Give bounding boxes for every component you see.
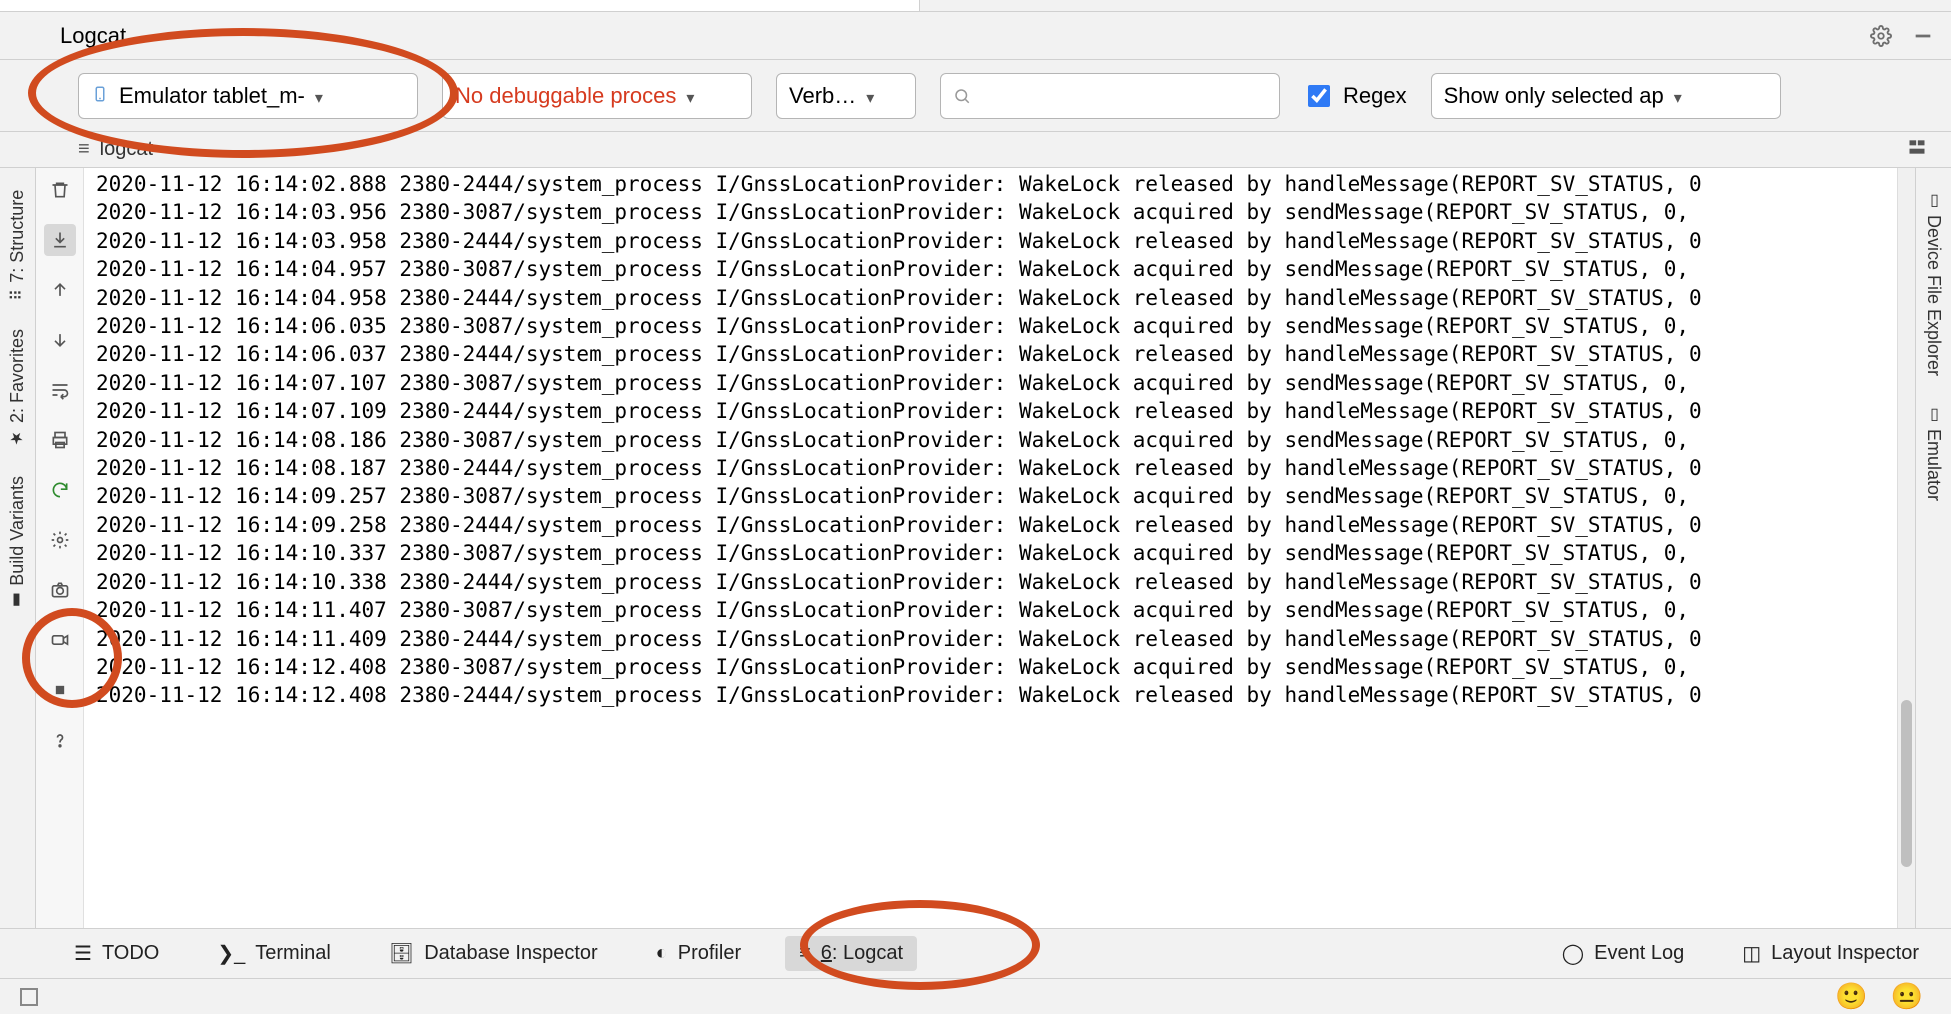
log-line: 2020-11-12 16:14:04.958 2380-2444/system… <box>96 284 1915 312</box>
restart-button[interactable] <box>44 474 76 506</box>
search-icon <box>953 87 971 105</box>
log-line: 2020-11-12 16:14:12.408 2380-2444/system… <box>96 681 1915 709</box>
log-line: 2020-11-12 16:14:08.187 2380-2444/system… <box>96 454 1915 482</box>
profiler-icon: ◐ <box>656 942 668 965</box>
regex-checkbox-input[interactable] <box>1308 85 1330 107</box>
bottom-logcat[interactable]: ≡ 6: Logcat <box>785 936 917 971</box>
down-stack-button[interactable] <box>44 324 76 356</box>
log-level-label: Verb… <box>789 83 856 109</box>
logcat-settings-button[interactable] <box>44 524 76 556</box>
right-tool-rail: ▯ Device File Explorer ▯ Emulator <box>1915 168 1951 928</box>
log-line: 2020-11-12 16:14:03.958 2380-2444/system… <box>96 227 1915 255</box>
log-line: 2020-11-12 16:14:06.035 2380-3087/system… <box>96 312 1915 340</box>
print-button[interactable] <box>44 424 76 456</box>
structure-icon: ⠿ <box>8 289 27 301</box>
status-toggle-icon[interactable] <box>20 988 38 1006</box>
stop-button[interactable] <box>44 674 76 706</box>
rail-structure[interactable]: ⠿ 7: Structure <box>7 176 28 315</box>
bottom-profiler[interactable]: ◐ Profiler <box>642 936 755 971</box>
soft-wrap-button[interactable] <box>44 374 76 406</box>
status-bar: 🙂 😐 <box>0 978 1951 1014</box>
log-line: 2020-11-12 16:14:08.186 2380-3087/system… <box>96 426 1915 454</box>
logcat-tab-header[interactable]: ≡ logcat <box>0 132 1951 168</box>
android-icon: ▮ <box>8 592 27 611</box>
phone-icon: ▯ <box>1924 190 1943 209</box>
minimize-icon[interactable] <box>1909 22 1937 50</box>
log-line: 2020-11-12 16:14:04.957 2380-3087/system… <box>96 255 1915 283</box>
event-log-icon: ◯ <box>1562 941 1584 966</box>
rail-favorites[interactable]: ★ 2: Favorites <box>7 315 28 462</box>
terminal-icon: ❯_ <box>217 941 245 966</box>
log-line: 2020-11-12 16:14:09.258 2380-2444/system… <box>96 511 1915 539</box>
log-line: 2020-11-12 16:14:11.407 2380-3087/system… <box>96 596 1915 624</box>
database-icon: 🗄 <box>389 941 414 966</box>
log-line: 2020-11-12 16:14:10.337 2380-3087/system… <box>96 539 1915 567</box>
logcat-main-area: ⠿ 7: Structure ★ 2: Favorites ▮ Build Va… <box>0 168 1951 928</box>
log-lines: 2020-11-12 16:14:02.888 2380-2444/system… <box>84 168 1915 712</box>
bottom-todo[interactable]: ☰ TODO <box>60 935 173 972</box>
left-tool-rail: ⠿ 7: Structure ★ 2: Favorites ▮ Build Va… <box>0 168 36 928</box>
logcat-title: Logcat <box>60 23 126 49</box>
clear-log-button[interactable] <box>44 174 76 206</box>
regex-label: Regex <box>1343 83 1407 109</box>
logcat-tab-label: logcat <box>100 138 153 161</box>
chevron-down-icon <box>686 83 694 109</box>
gear-icon[interactable] <box>1867 22 1895 50</box>
scroll-to-end-button[interactable] <box>44 224 76 256</box>
process-selector[interactable]: No debuggable proces <box>442 73 752 119</box>
editor-tab-strip <box>0 0 1951 12</box>
log-level-selector[interactable]: Verb… <box>776 73 916 119</box>
log-viewport[interactable]: 2020-11-12 16:14:02.888 2380-2444/system… <box>84 168 1915 928</box>
scrollbar-thumb[interactable] <box>1901 700 1912 867</box>
active-editor-tab[interactable] <box>0 0 920 11</box>
logcat-tab-icon: ≡ <box>78 138 90 161</box>
layout-settings-icon[interactable] <box>1907 137 1927 163</box>
rail-emulator[interactable]: ▯ Emulator <box>1923 390 1944 515</box>
vertical-scrollbar[interactable] <box>1897 168 1915 928</box>
logcat-tool-column <box>36 168 84 928</box>
log-line: 2020-11-12 16:14:10.338 2380-2444/system… <box>96 568 1915 596</box>
log-line: 2020-11-12 16:14:09.257 2380-3087/system… <box>96 482 1915 510</box>
bottom-tool-window-bar: ☰ TODO ❯_ Terminal 🗄 Database Inspector … <box>0 928 1951 978</box>
device-icon <box>91 83 109 109</box>
regex-checkbox[interactable]: Regex <box>1304 82 1407 110</box>
chevron-down-icon <box>315 83 323 109</box>
log-search-input[interactable] <box>940 73 1280 119</box>
up-stack-button[interactable] <box>44 274 76 306</box>
logcat-panel-header: Logcat <box>0 12 1951 60</box>
device-label: Emulator tablet_m- <box>119 83 305 109</box>
log-line: 2020-11-12 16:14:07.107 2380-3087/system… <box>96 369 1915 397</box>
chevron-down-icon <box>1674 83 1682 109</box>
logcat-filter-bar: Emulator tablet_m- No debuggable proces … <box>0 60 1951 132</box>
help-button[interactable] <box>44 724 76 756</box>
todo-icon: ☰ <box>74 941 92 966</box>
log-search-field[interactable] <box>971 83 1267 108</box>
rail-build-variants[interactable]: ▮ Build Variants <box>7 462 28 625</box>
process-label: No debuggable proces <box>455 83 676 109</box>
screenshot-button[interactable] <box>44 574 76 606</box>
emulator-icon: ▯ <box>1924 404 1943 423</box>
chevron-down-icon <box>866 83 874 109</box>
log-line: 2020-11-12 16:14:07.109 2380-2444/system… <box>96 397 1915 425</box>
log-line: 2020-11-12 16:14:03.956 2380-3087/system… <box>96 198 1915 226</box>
log-line: 2020-11-12 16:14:02.888 2380-2444/system… <box>96 170 1915 198</box>
device-selector[interactable]: Emulator tablet_m- <box>78 73 418 119</box>
log-line: 2020-11-12 16:14:06.037 2380-2444/system… <box>96 340 1915 368</box>
star-icon: ★ <box>8 429 27 448</box>
filter-scope-selector[interactable]: Show only selected ap <box>1431 73 1781 119</box>
logcat-icon: ≡ <box>799 942 811 965</box>
bottom-database-inspector[interactable]: 🗄 Database Inspector <box>375 935 612 972</box>
bottom-layout-inspector[interactable]: ◫ Layout Inspector <box>1728 935 1933 972</box>
status-faces: 🙂 😐 <box>1835 981 1931 1012</box>
filter-scope-label: Show only selected ap <box>1444 83 1664 109</box>
layout-inspector-icon: ◫ <box>1742 941 1761 966</box>
log-line: 2020-11-12 16:14:11.409 2380-2444/system… <box>96 625 1915 653</box>
log-line: 2020-11-12 16:14:12.408 2380-3087/system… <box>96 653 1915 681</box>
rail-device-file-explorer[interactable]: ▯ Device File Explorer <box>1923 176 1944 390</box>
bottom-terminal[interactable]: ❯_ Terminal <box>203 935 344 972</box>
screen-record-button[interactable] <box>44 624 76 656</box>
bottom-event-log[interactable]: ◯ Event Log <box>1548 935 1698 972</box>
